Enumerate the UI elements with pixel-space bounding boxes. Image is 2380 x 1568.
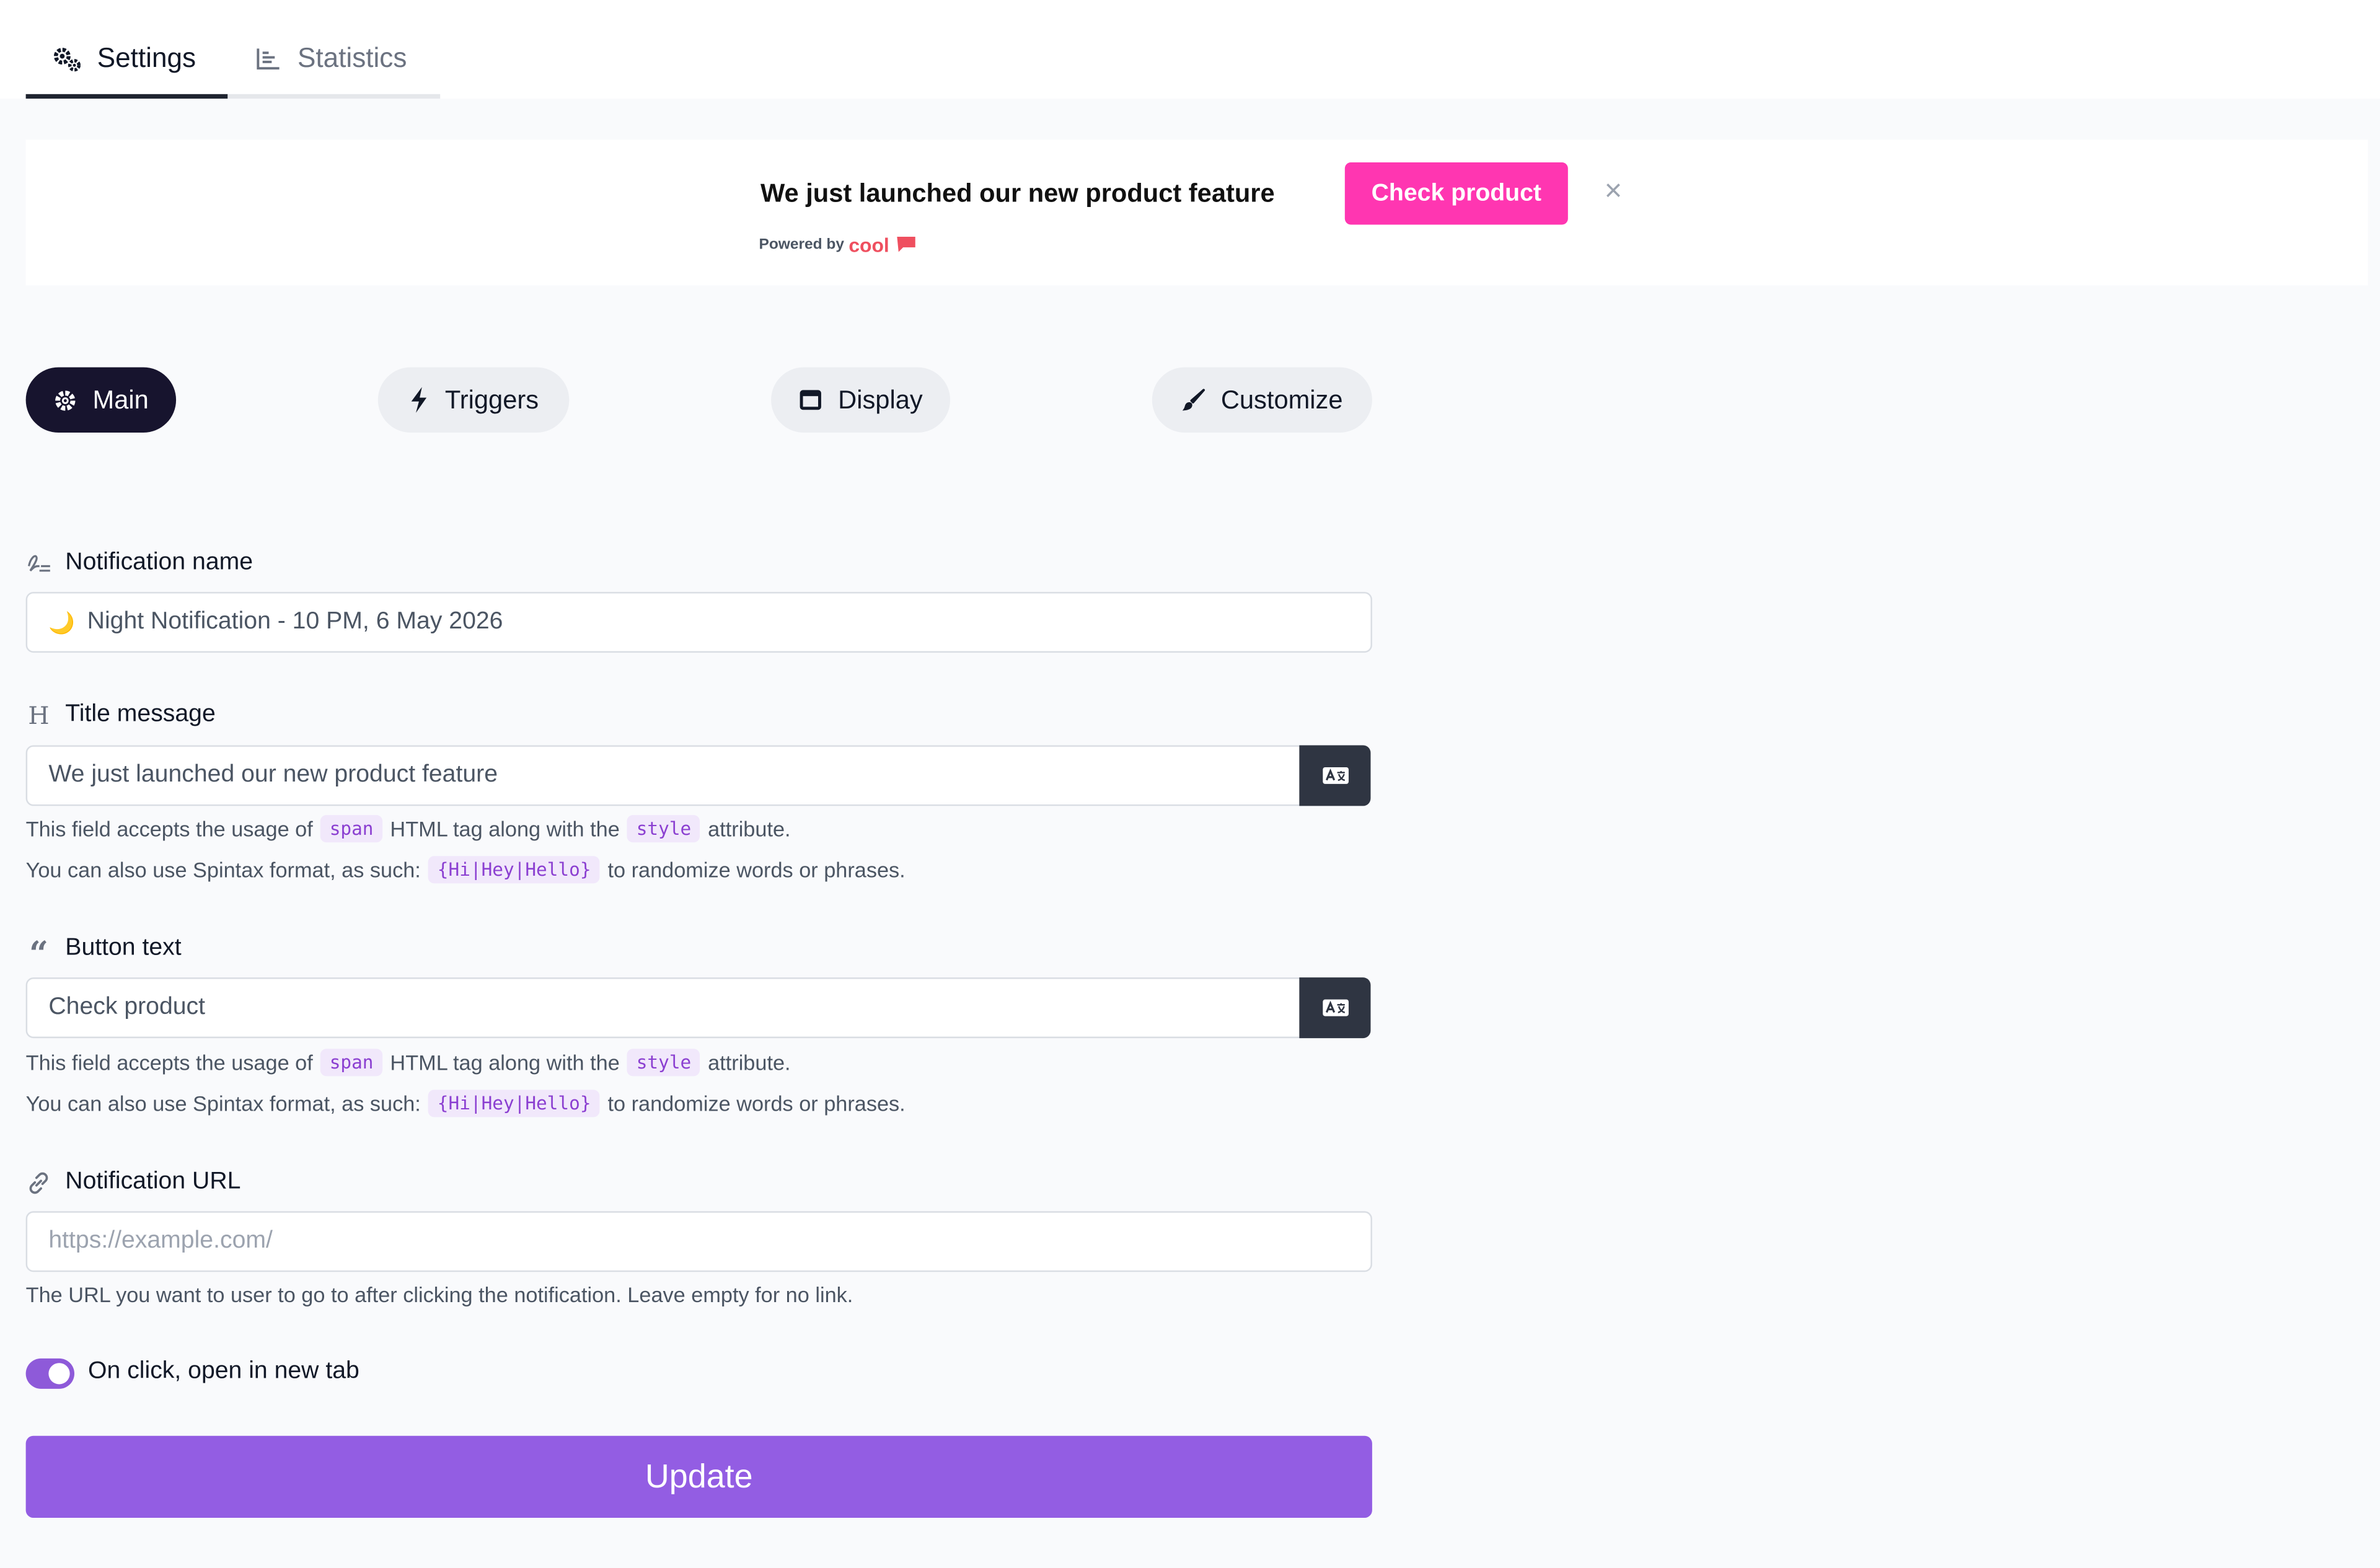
notification-url-field[interactable] — [25, 1211, 1372, 1272]
tab-statistics[interactable]: Statistics — [227, 0, 441, 99]
notification-url-label-row: Notification URL — [26, 1169, 241, 1196]
help-text: HTML tag along with the — [390, 816, 620, 841]
spintax-code: {Hi|Hey|Hello} — [428, 1090, 601, 1117]
help-text: You can also use Spintax format, as such… — [25, 1091, 421, 1116]
tab-statistics-label: Statistics — [298, 42, 407, 73]
heading-icon: H — [28, 700, 50, 729]
button-text-input[interactable] — [48, 994, 1301, 1022]
tab-display[interactable]: Display — [771, 367, 951, 433]
powered-by-label: Powered by — [759, 237, 844, 253]
notification-name-label-row: Notification name — [26, 550, 253, 577]
help-text: You can also use Spintax format, as such… — [25, 857, 421, 882]
update-button[interactable]: Update — [25, 1435, 1372, 1518]
title-help-line-1: This field accepts the usage of span HTM… — [25, 815, 791, 843]
tab-settings-label: Settings — [97, 42, 196, 73]
check-product-button[interactable]: Check product — [1344, 162, 1568, 225]
title-message-field[interactable] — [25, 745, 1303, 806]
help-text: HTML tag along with the — [390, 1050, 620, 1075]
gear-icon — [55, 390, 76, 410]
gears-icon — [53, 46, 81, 71]
title-message-input[interactable] — [48, 762, 1301, 790]
button-help-line-1: This field accepts the usage of span HTM… — [25, 1049, 791, 1077]
tab-main-label: Main — [92, 384, 149, 414]
chart-icon — [257, 48, 280, 69]
tab-settings[interactable]: Settings — [25, 0, 228, 99]
span-code: span — [320, 815, 383, 843]
quote-icon: “ — [29, 935, 48, 975]
button-help-line-2: You can also use Spintax format, as such… — [26, 1090, 906, 1117]
style-code: style — [627, 1049, 700, 1077]
open-new-tab-label[interactable]: On click, open in new tab — [88, 1359, 359, 1386]
tab-display-label: Display — [838, 384, 923, 414]
style-code: style — [627, 815, 700, 843]
button-text-label: Button text — [65, 935, 182, 961]
help-text: to randomize words or phrases. — [607, 1091, 906, 1116]
button-translate-button[interactable] — [1299, 977, 1371, 1039]
url-help-text: The URL you want to user to go to after … — [25, 1282, 853, 1307]
close-icon[interactable]: × — [1605, 176, 1623, 206]
help-text: attribute. — [708, 816, 791, 841]
page: Settings Statistics We just launched our… — [0, 0, 2380, 1568]
tab-triggers[interactable]: Triggers — [377, 367, 570, 433]
paintbrush-icon — [1183, 388, 1205, 410]
notification-name-label: Notification name — [65, 549, 253, 576]
link-icon — [26, 1169, 52, 1196]
open-new-tab-toggle[interactable] — [25, 1358, 75, 1389]
powered-by: Powered by cool — [759, 234, 916, 257]
top-tab-bar: Settings Statistics — [0, 0, 2380, 99]
tab-main[interactable]: Main — [25, 367, 177, 433]
tab-customize[interactable]: Customize — [1152, 367, 1372, 433]
tab-customize-label: Customize — [1220, 384, 1343, 414]
bolt-icon — [412, 387, 427, 413]
help-text: to randomize words or phrases. — [607, 857, 906, 882]
notification-url-label: Notification URL — [65, 1168, 241, 1195]
toggle-knob — [48, 1363, 70, 1385]
notification-url-input[interactable] — [48, 1228, 1371, 1256]
translate-icon — [1322, 999, 1348, 1016]
window-icon — [800, 390, 822, 410]
help-text: attribute. — [708, 1050, 791, 1075]
help-text: This field accepts the usage of — [25, 1050, 313, 1075]
brand-name: cool — [848, 234, 889, 257]
notification-name-value: Night Notification - 10 PM, 6 May 2026 — [87, 609, 503, 635]
url-help: The URL you want to user to go to after … — [26, 1282, 853, 1306]
moon-icon: 🌙 — [48, 609, 76, 634]
title-help-line-2: You can also use Spintax format, as such… — [25, 856, 906, 884]
banner-title: We just launched our new product feature — [760, 178, 1275, 208]
title-message-label: Title message — [65, 701, 216, 728]
notification-preview: We just launched our new product feature… — [25, 139, 2368, 286]
flag-icon — [896, 237, 915, 252]
span-code: span — [320, 1049, 383, 1077]
title-message-label-row: H Title message — [26, 700, 216, 729]
button-text-label-row: “ Button text — [26, 935, 182, 975]
notification-name-field[interactable]: 🌙 Night Notification - 10 PM, 6 May 2026 — [25, 592, 1372, 653]
title-translate-button[interactable] — [1299, 745, 1371, 806]
signature-icon — [26, 550, 52, 576]
spintax-code: {Hi|Hey|Hello} — [428, 856, 601, 884]
help-text: This field accepts the usage of — [25, 816, 313, 841]
translate-icon — [1322, 767, 1348, 784]
tab-triggers-label: Triggers — [444, 384, 539, 414]
brand-logo: cool — [848, 234, 916, 257]
button-text-field[interactable] — [25, 977, 1303, 1039]
